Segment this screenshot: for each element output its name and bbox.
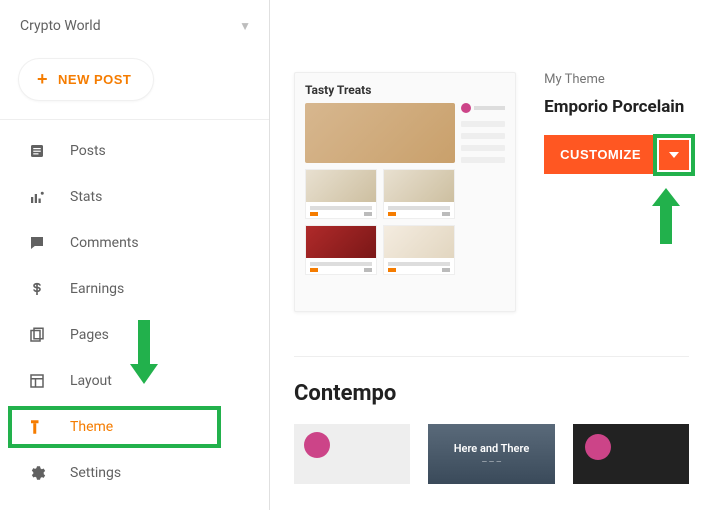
gallery-card-subtitle: — — — [482,458,502,466]
preview-tile [383,225,455,275]
earnings-icon [26,280,48,298]
sidebar-item-label: Stats [70,189,102,205]
pages-icon [26,326,48,344]
sidebar-item-settings[interactable]: Settings [0,450,269,496]
new-post-button[interactable]: + NEW POST [18,58,154,101]
avatar [585,434,611,460]
stats-icon [26,188,48,206]
preview-tile [383,169,455,219]
blog-name: Crypto World [20,18,101,34]
sidebar-item-label: Settings [70,465,121,481]
theme-icon [26,418,48,436]
theme-gallery-row: Here and There — — — [294,424,689,484]
chevron-down-icon: ▼ [239,19,251,33]
preview-tile [305,225,377,275]
customize-dropdown-button[interactable] [659,140,689,170]
theme-name: Emporio Porcelain [544,97,689,117]
theme-info: My Theme Emporio Porcelain CUSTOMIZE [544,72,689,174]
sidebar-item-label: Layout [70,373,112,389]
sidebar-item-earnings[interactable]: Earnings [0,266,269,312]
sidebar-item-pages[interactable]: Pages [0,312,269,358]
sidebar-item-layout[interactable]: Layout [0,358,269,404]
theme-gallery-card[interactable]: Here and There — — — [428,424,555,484]
sidebar-item-label: Earnings [70,281,124,297]
preview-title: Tasty Treats [305,83,505,97]
theme-gallery-card[interactable] [573,424,689,484]
sidebar: Crypto World ▼ + NEW POST Posts Stats Co… [0,0,270,510]
sidebar-item-label: Pages [70,327,109,343]
blog-selector[interactable]: Crypto World ▼ [0,12,269,48]
theme-preview-card[interactable]: Tasty Treats [294,72,516,312]
sidebar-item-label: Theme [70,419,113,435]
plus-icon: + [37,69,48,90]
divider [0,119,269,120]
gallery-section-title: Contempo [294,381,689,406]
layout-icon [26,372,48,390]
gallery-card-title: Here and There [454,442,530,455]
preview-tile [305,169,377,219]
my-theme-label: My Theme [544,72,689,87]
preview-sidebar [461,103,505,275]
theme-gallery-card[interactable] [294,424,410,484]
sidebar-item-label: Comments [70,235,139,251]
sidebar-item-label: Posts [70,143,106,159]
avatar [304,432,330,458]
comments-icon [26,234,48,252]
sidebar-item-stats[interactable]: Stats [0,174,269,220]
posts-icon [26,142,48,160]
new-post-label: NEW POST [58,72,131,87]
sidebar-item-theme[interactable]: Theme [0,404,269,450]
caret-down-icon [669,152,679,158]
sidebar-item-comments[interactable]: Comments [0,220,269,266]
main-content: Tasty Treats [270,0,713,510]
sidebar-item-posts[interactable]: Posts [0,128,269,174]
customize-button[interactable]: CUSTOMIZE [544,135,657,174]
settings-icon [26,464,48,482]
divider [294,356,689,357]
preview-hero [305,103,455,163]
